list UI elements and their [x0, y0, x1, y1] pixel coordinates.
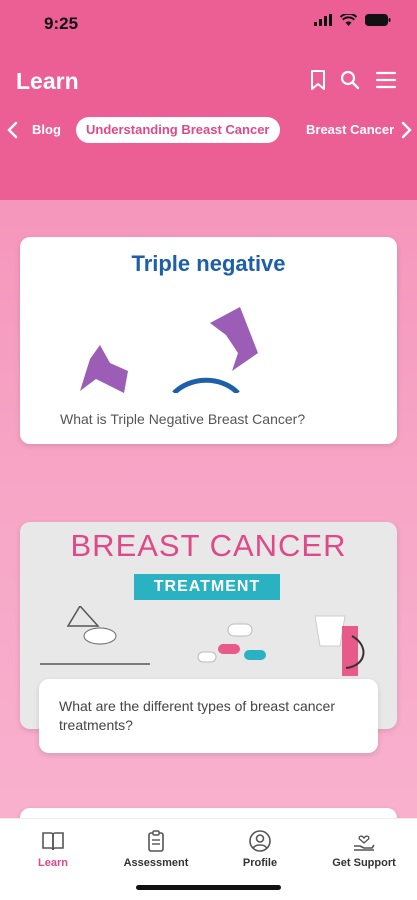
battery-icon	[365, 14, 391, 26]
clipboard-icon	[148, 830, 164, 852]
tab-label: Assessment	[123, 857, 189, 869]
support-hand-icon	[354, 835, 375, 851]
page-title: Learn	[16, 68, 79, 94]
card-illustration	[40, 606, 365, 676]
nav-chip-blog[interactable]: Blog	[32, 117, 61, 143]
tab-assessment[interactable]: Assessment	[106, 829, 206, 869]
status-bar: 9:25	[0, 0, 417, 46]
chevron-left-icon[interactable]	[6, 121, 20, 139]
tab-label: Profile	[242, 857, 278, 869]
card-caption: What is Triple Negative Breast Cancer?	[60, 411, 306, 427]
search-icon[interactable]	[338, 68, 362, 92]
nav-chip-understanding-breast-cancer[interactable]: Understanding Breast Cancer	[76, 117, 280, 143]
tab-label: Learn	[38, 857, 68, 869]
signal-icon	[314, 14, 332, 26]
book-icon	[42, 832, 64, 851]
card-image-title: BREAST CANCER	[70, 528, 347, 563]
chevron-right-icon[interactable]	[399, 121, 413, 139]
user-icon	[249, 830, 271, 852]
home-indicator	[136, 885, 281, 890]
tab-profile[interactable]: Profile	[210, 829, 310, 869]
nav-chip-breast-cancer[interactable]: Breast Cancer	[306, 117, 394, 143]
wifi-icon	[340, 14, 357, 26]
tab-learn[interactable]: Learn	[3, 829, 103, 869]
article-card-triple-negative[interactable]: Triple negative What is Triple Negative …	[20, 237, 397, 444]
status-time: 9:25	[44, 14, 79, 33]
status-icons	[314, 14, 391, 26]
card-illustration	[80, 307, 258, 393]
card-caption: What are the different types of breast c…	[59, 698, 336, 733]
card-ribbon: TREATMENT	[134, 574, 280, 600]
tab-label: Get Support	[332, 857, 396, 869]
card-caption-box[interactable]: What are the different types of breast c…	[39, 679, 378, 753]
menu-icon[interactable]	[374, 68, 398, 92]
card-image-title: Triple negative	[131, 251, 286, 276]
bookmark-icon[interactable]	[306, 68, 330, 92]
header-wave	[0, 160, 417, 194]
tab-get-support[interactable]: Get Support	[314, 829, 414, 869]
